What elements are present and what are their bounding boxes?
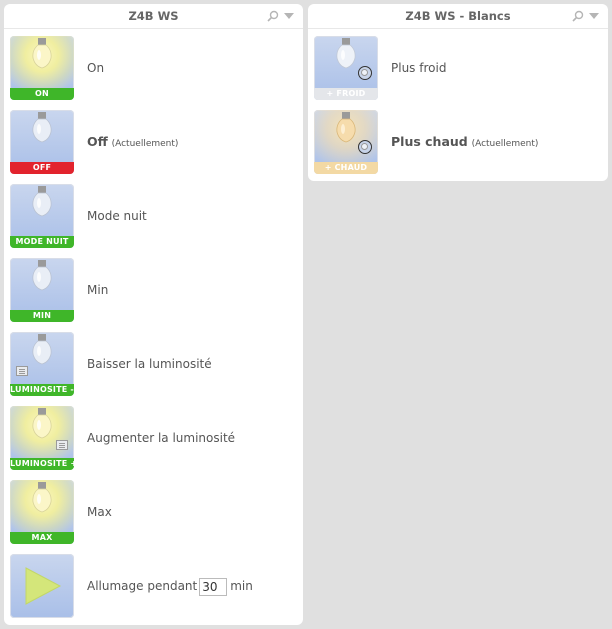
chevron-down-icon[interactable]	[588, 10, 600, 22]
tile-max[interactable]: MAX	[10, 480, 74, 544]
scenario-plus-froid[interactable]: + FROID Plus froid	[314, 36, 602, 102]
row-label: On	[87, 61, 105, 75]
dimmer-icon	[56, 440, 68, 450]
panel-title: Z4B WS	[128, 9, 179, 23]
row-label: Off	[87, 134, 108, 149]
tile-label: + FROID	[314, 88, 378, 100]
tile-plus-froid[interactable]: + FROID	[314, 36, 378, 100]
tile-min[interactable]: MIN	[10, 258, 74, 322]
chevron-down-icon[interactable]	[283, 10, 295, 22]
panel-header: Z4B WS	[4, 4, 303, 29]
tile-mode-nuit[interactable]: MODE NUIT	[10, 184, 74, 248]
tile-allumage[interactable]	[10, 554, 74, 618]
bulb-icon	[336, 112, 356, 143]
play-icon	[25, 567, 62, 605]
row-label: Augmenter la luminosité	[87, 431, 236, 445]
tile-label: MIN	[10, 310, 74, 322]
knob-icon	[358, 66, 372, 80]
row-label: Plus froid	[391, 61, 447, 75]
tile-on[interactable]: ON	[10, 36, 74, 100]
bulb-icon	[32, 112, 52, 143]
scenario-max[interactable]: MAX Max	[10, 480, 297, 546]
dimmer-icon	[16, 366, 28, 376]
row-label: Plus chaud	[391, 134, 468, 149]
knob-icon	[358, 140, 372, 154]
panel-z4b-ws-blancs: Z4B WS - Blancs + FROID Plus froid + CHA…	[308, 4, 608, 181]
tile-label: OFF	[10, 162, 74, 174]
row-label: Min	[87, 283, 109, 297]
scenario-allumage-pendant[interactable]: Allumage pendant min	[10, 554, 297, 620]
bulb-icon	[32, 334, 52, 365]
tile-label: LUMINOSITE +	[10, 458, 74, 470]
panel-header: Z4B WS - Blancs	[308, 4, 608, 29]
search-icon[interactable]	[572, 10, 584, 22]
row-label: Max	[87, 505, 112, 519]
scenario-mode-nuit[interactable]: MODE NUIT Mode nuit	[10, 184, 297, 250]
scenario-off[interactable]: OFF Off (Actuellement)	[10, 110, 297, 176]
panel-title: Z4B WS - Blancs	[405, 9, 511, 23]
tile-plus-chaud[interactable]: + CHAUD	[314, 110, 378, 174]
scenario-luminosite-plus[interactable]: LUMINOSITE + Augmenter la luminosité	[10, 406, 297, 472]
row-label: Allumage pendant	[87, 579, 198, 593]
panel-z4b-ws: Z4B WS ON On OFF Off (Actuellement) MODE…	[4, 4, 303, 625]
current-state: (Actuellement)	[471, 139, 539, 149]
tile-luminosite-plus[interactable]: LUMINOSITE +	[10, 406, 74, 470]
bulb-icon	[32, 482, 52, 513]
bulb-icon	[32, 186, 52, 217]
tile-off[interactable]: OFF	[10, 110, 74, 174]
row-label: Mode nuit	[87, 209, 147, 223]
tile-luminosite-moins[interactable]: LUMINOSITE -	[10, 332, 74, 396]
scenario-plus-chaud[interactable]: + CHAUD Plus chaud (Actuellement)	[314, 110, 602, 176]
bulb-icon	[32, 408, 52, 439]
tile-label: + CHAUD	[314, 162, 378, 174]
scenario-luminosite-moins[interactable]: LUMINOSITE - Baisser la luminosité	[10, 332, 297, 398]
duration-input[interactable]	[199, 577, 228, 596]
scenario-min[interactable]: MIN Min	[10, 258, 297, 324]
bulb-icon	[336, 38, 356, 69]
row-label: Baisser la luminosité	[87, 357, 212, 371]
current-state: (Actuellement)	[111, 139, 179, 149]
search-icon[interactable]	[267, 10, 279, 22]
tile-label: ON	[10, 88, 74, 100]
bulb-icon	[32, 38, 52, 69]
scenario-on[interactable]: ON On	[10, 36, 297, 102]
tile-label: MODE NUIT	[10, 236, 74, 248]
tile-label: LUMINOSITE -	[10, 384, 74, 396]
bulb-icon	[32, 260, 52, 291]
tile-label: MAX	[10, 532, 74, 544]
duration-unit: min	[230, 579, 253, 593]
